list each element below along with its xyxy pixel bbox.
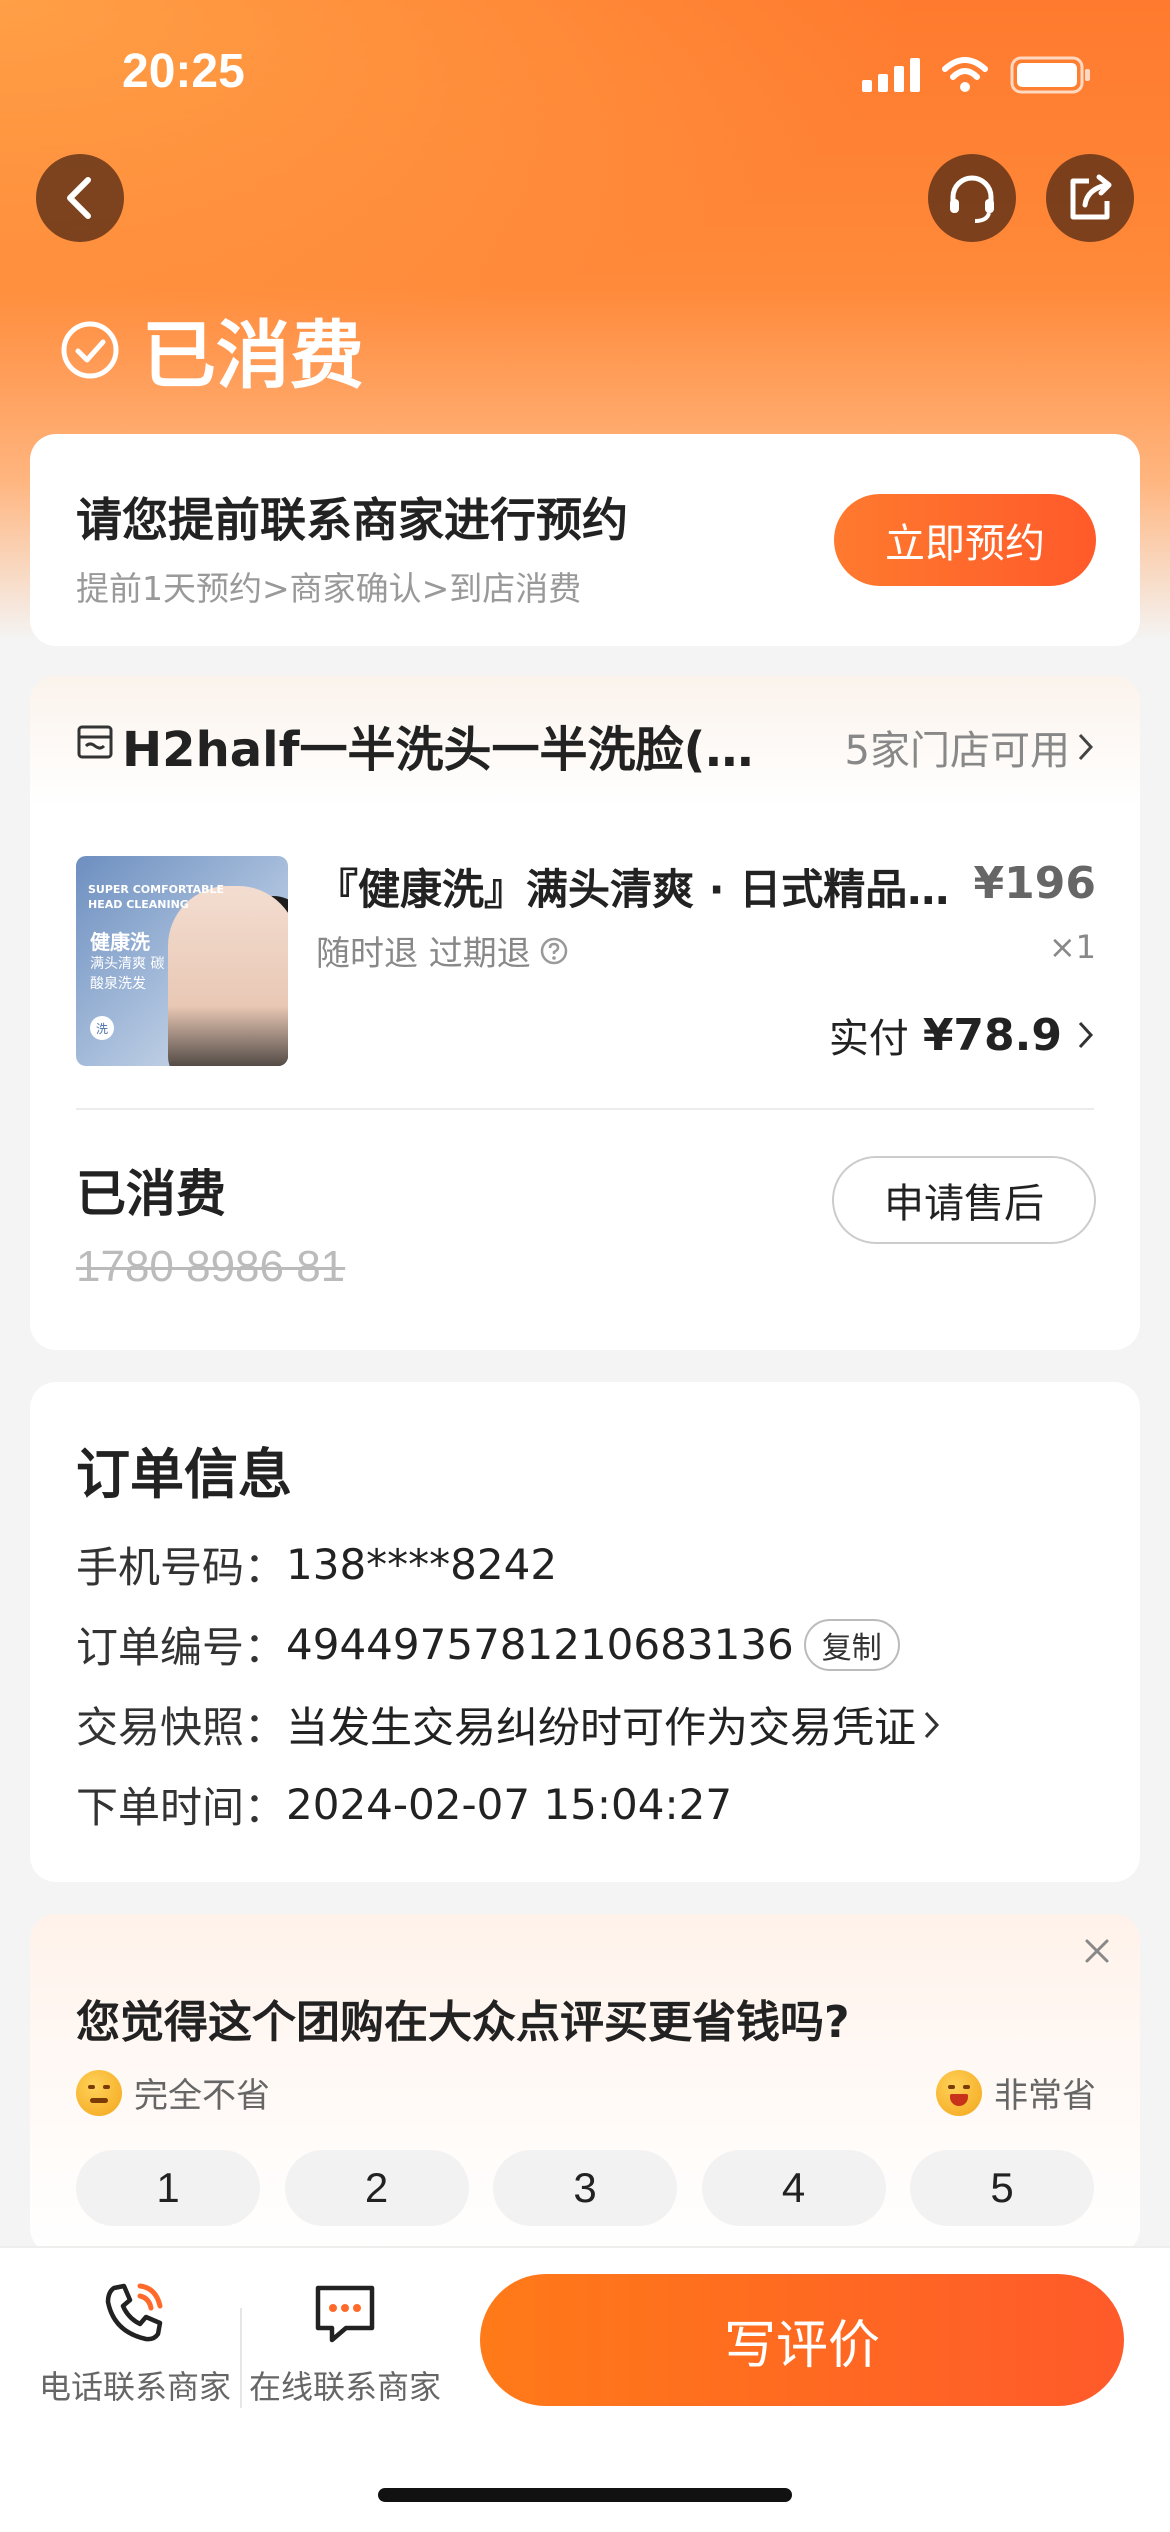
thumbnail-badge: 洗 <box>90 1016 114 1040</box>
chevron-right-icon <box>1078 733 1094 761</box>
shop-icon <box>77 725 113 759</box>
order-row-number: 订单编号： 4944975781210683136 复制 <box>76 1614 900 1675</box>
shop-header[interactable]: H2half一半洗头一半洗脸(… 5家门店可用 <box>30 676 1140 806</box>
after-sale-button[interactable]: 申请售后 <box>832 1156 1096 1244</box>
share-button[interactable] <box>1046 154 1134 242</box>
product-quantity: ×1 <box>1048 928 1096 966</box>
shop-name: H2half一半洗头一半洗脸(… <box>122 722 754 778</box>
survey-option-1[interactable]: 1 <box>76 2150 260 2226</box>
chevron-right-icon <box>924 1711 940 1738</box>
help-icon <box>540 937 568 964</box>
paid-amount: ¥78.9 <box>922 1009 1062 1061</box>
status-icons <box>862 56 1092 94</box>
survey-option-2[interactable]: 2 <box>284 2150 469 2226</box>
paid-label: 实付 <box>828 1016 909 1062</box>
sad-face-icon <box>76 2069 122 2116</box>
write-review-button[interactable]: 写评价 <box>480 2274 1124 2406</box>
order-info-card: 订单信息 手机号码： 138****8242 订单编号： 49449757812… <box>30 1382 1140 1882</box>
phone-label: 手机号码： <box>76 1543 287 1592</box>
chat-merchant-label: 在线联系商家 <box>248 2368 441 2406</box>
chevron-right-icon <box>1078 1021 1094 1049</box>
savings-survey-card: 您觉得这个团购在大众点评买更省钱吗? 完全不省 非常省 1 2 3 4 5 <box>30 1914 1140 2254</box>
share-icon <box>1070 174 1112 220</box>
divider <box>76 1108 1094 1110</box>
check-circle-icon <box>61 321 119 378</box>
survey-min-label: 完全不省 <box>76 2068 270 2117</box>
stores-available-text: 5家门店可用 <box>844 728 1070 774</box>
product-title[interactable]: 『健康洗』满头清爽 · 日式精品碳酸泉洗发 <box>316 856 956 917</box>
thumbnail-caption: SUPER COMFORTABLE HEAD CLEANING <box>88 883 225 911</box>
refund-tags[interactable]: 随时退 过期退 <box>316 926 569 975</box>
deal-card: H2half一半洗头一半洗脸(… 5家门店可用 SUPER COMFORTABL… <box>30 676 1140 1350</box>
reservation-text: 请您提前联系商家进行预约 <box>76 493 628 547</box>
customer-service-button[interactable] <box>928 154 1016 242</box>
reservation-steps: 提前1天预约>商家确认>到店消费 <box>76 569 582 608</box>
survey-option-3[interactable]: 3 <box>493 2150 677 2226</box>
wifi-icon <box>942 57 988 93</box>
snapshot-label: 交易快照： <box>76 1703 287 1752</box>
call-merchant-button[interactable]: 电话联系商家 <box>30 2278 240 2408</box>
order-number-label: 订单编号： <box>76 1623 287 1672</box>
thumbnail-model <box>168 886 288 1066</box>
product-price: ¥196 <box>973 858 1096 909</box>
status-title: 已消费 <box>142 313 364 399</box>
thumbnail-title: 健康洗 <box>90 930 150 954</box>
call-merchant-label: 电话联系商家 <box>38 2368 231 2406</box>
headset-icon <box>950 175 994 223</box>
happy-face-icon <box>936 2069 982 2116</box>
thumbnail-subtitle: 满头清爽 碳酸泉洗发 <box>90 956 165 992</box>
back-button[interactable] <box>36 154 124 242</box>
status-time: 20:25 <box>122 45 245 98</box>
close-icon <box>1085 1939 1109 1963</box>
chat-merchant-button[interactable]: 在线联系商家 <box>240 2278 450 2408</box>
survey-max-label: 非常省 <box>936 2068 1096 2117</box>
reserve-now-button[interactable]: 立即预约 <box>834 494 1096 586</box>
close-button[interactable] <box>1072 1926 1122 1976</box>
order-row-phone: 手机号码： 138****8242 <box>76 1534 557 1595</box>
survey-option-4[interactable]: 4 <box>701 2150 886 2226</box>
reservation-card: 请您提前联系商家进行预约 提前1天预约>商家确认>到店消费 立即预约 <box>30 434 1140 646</box>
consumed-status: 已消费 <box>76 1165 226 1223</box>
order-time-value: 2024-02-07 15:04:27 <box>286 1780 733 1829</box>
order-number-value: 4944975781210683136 <box>286 1620 794 1669</box>
voucher-code: 1780 8986 81 <box>76 1242 346 1291</box>
snapshot-value: 当发生交易纠纷时可作为交易凭证 <box>286 1703 917 1752</box>
refund-tags-text: 随时退 过期退 <box>316 934 531 974</box>
battery-icon <box>1010 56 1092 94</box>
product-thumbnail[interactable]: SUPER COMFORTABLE HEAD CLEANING 健康洗 满头清爽… <box>76 856 288 1066</box>
survey-question: 您觉得这个团购在大众点评买更省钱吗? <box>76 1997 850 2048</box>
signal-icon <box>862 58 920 92</box>
survey-scale: 1 2 3 4 5 <box>76 2150 1094 2226</box>
survey-option-5[interactable]: 5 <box>910 2150 1094 2226</box>
order-info-title: 订单信息 <box>76 1443 292 1506</box>
order-row-time: 下单时间： 2024-02-07 15:04:27 <box>76 1774 732 1835</box>
phone-value: 138****8242 <box>286 1540 558 1589</box>
paid-amount-row[interactable]: 实付 ¥78.9 <box>829 1006 1096 1064</box>
chevron-left-icon <box>67 177 91 219</box>
home-indicator <box>378 2488 792 2502</box>
survey-max-text: 非常省 <box>994 2076 1096 2116</box>
copy-button[interactable]: 复制 <box>803 1618 900 1671</box>
stores-available-link[interactable]: 5家门店可用 <box>845 718 1096 776</box>
order-row-snapshot[interactable]: 交易快照： 当发生交易纠纷时可作为交易凭证 <box>76 1694 942 1755</box>
status-header: 已消费 <box>60 296 364 403</box>
survey-min-text: 完全不省 <box>134 2076 270 2116</box>
phone-icon <box>105 2283 163 2342</box>
chat-icon <box>315 2285 375 2343</box>
order-time-label: 下单时间： <box>76 1783 287 1832</box>
